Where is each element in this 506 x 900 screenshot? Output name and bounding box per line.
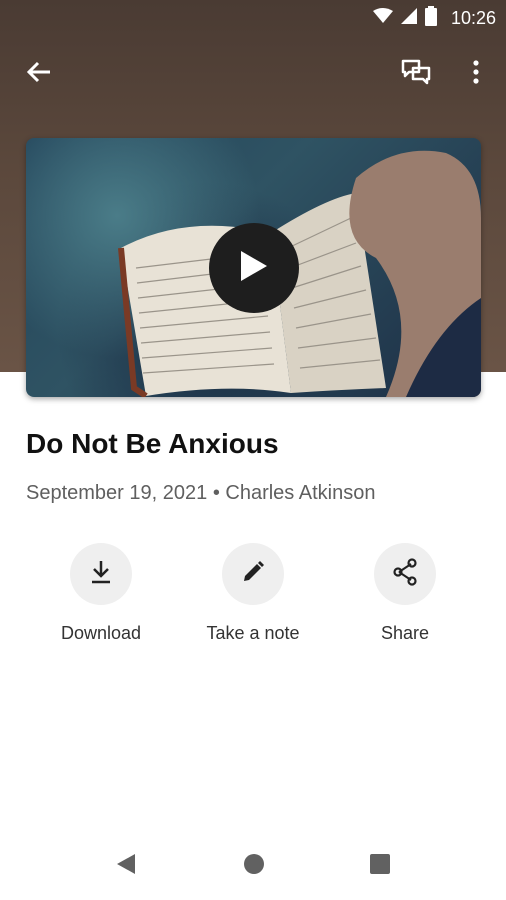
status-bar: 10:26 xyxy=(0,0,506,36)
nav-recents-button[interactable] xyxy=(354,840,406,892)
square-recents-icon xyxy=(370,853,390,879)
pencil-icon xyxy=(241,560,265,589)
share-button[interactable]: Share xyxy=(335,543,475,644)
signal-icon xyxy=(400,7,417,29)
nav-back-button[interactable] xyxy=(100,840,152,892)
take-note-label: Take a note xyxy=(206,623,300,643)
download-icon-circle xyxy=(70,543,132,605)
share-label: Share xyxy=(380,623,430,643)
play-button[interactable] xyxy=(209,223,299,313)
triangle-back-icon xyxy=(115,852,137,881)
video-thumbnail[interactable] xyxy=(26,138,481,397)
chat-button[interactable] xyxy=(394,52,438,96)
sermon-date: September 19, 2021 xyxy=(26,482,208,504)
more-options-button[interactable] xyxy=(454,52,498,96)
nav-home-button[interactable] xyxy=(228,840,280,892)
sermon-meta: September 19, 2021 • Charles Atkinson xyxy=(26,482,375,505)
download-icon xyxy=(89,559,113,590)
wifi-icon xyxy=(372,7,393,29)
play-icon xyxy=(239,249,269,288)
app-bar xyxy=(0,46,506,102)
chat-bubbles-icon xyxy=(401,58,431,91)
status-time: 10:26 xyxy=(450,7,496,28)
sermon-title: Do Not Be Anxious xyxy=(26,428,279,459)
download-button[interactable]: Download xyxy=(31,543,171,644)
sermon-speaker: Charles Atkinson xyxy=(225,482,376,504)
download-label: Download xyxy=(60,623,142,643)
system-nav-bar xyxy=(0,840,506,892)
share-icon-circle xyxy=(374,543,436,605)
take-note-button[interactable]: Take a note xyxy=(183,543,323,644)
more-vertical-icon xyxy=(473,59,479,89)
arrow-left-icon xyxy=(26,60,52,89)
pencil-icon-circle xyxy=(222,543,284,605)
share-icon xyxy=(392,557,418,591)
back-button[interactable] xyxy=(17,52,61,96)
meta-separator: • xyxy=(212,482,220,504)
battery-icon xyxy=(424,5,437,31)
circle-home-icon xyxy=(243,853,265,880)
